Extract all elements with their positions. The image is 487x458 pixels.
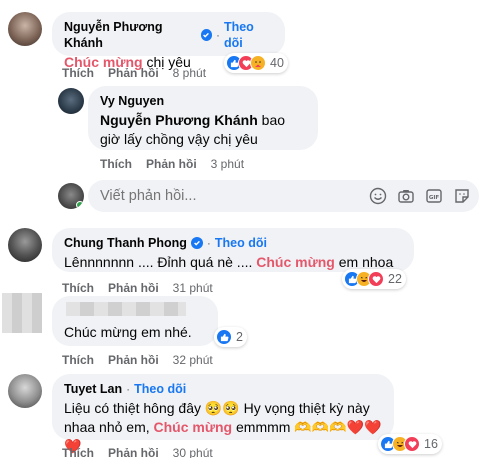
- separator-dot: ·: [206, 236, 211, 250]
- reply-input[interactable]: [100, 188, 300, 204]
- comment-actions: Thích Phản hồi 32 phút: [62, 353, 213, 367]
- comment-text: Nguyễn Phương Khánh bao giờ lấy chồng vậ…: [100, 111, 306, 149]
- reaction-count: 16: [424, 437, 438, 451]
- reaction-summary[interactable]: 2: [214, 327, 247, 347]
- avatar[interactable]: [2, 293, 42, 333]
- love-reaction-icon: [404, 436, 420, 452]
- reaction-summary[interactable]: 16: [378, 434, 442, 454]
- reaction-count: 40: [270, 56, 284, 70]
- like-button[interactable]: Thích: [62, 281, 94, 295]
- reply-tools: GIF: [369, 187, 471, 205]
- timestamp[interactable]: 32 phút: [173, 353, 213, 367]
- reaction-summary[interactable]: 22: [342, 269, 406, 289]
- camera-icon[interactable]: [397, 187, 415, 205]
- highlight-text: Chúc mừng: [153, 419, 233, 435]
- comment-text-start: Lênnnnnnn .... Đỉnh quá nè ....: [64, 254, 257, 270]
- comment-bubble: Chung Thanh Phong · Theo dõi Lênnnnnnn .…: [52, 228, 414, 272]
- reply-button[interactable]: Phản hồi: [108, 281, 159, 295]
- comment-bubble: Nguyễn Phương Khánh · Theo dõi Chúc mừng…: [52, 12, 285, 70]
- emoji-icon[interactable]: [369, 187, 387, 205]
- online-status-icon: [76, 201, 84, 209]
- sticker-icon[interactable]: [453, 187, 471, 205]
- comment-author[interactable]: Nguyễn Phương Khánh: [64, 19, 197, 51]
- like-button[interactable]: Thích: [62, 446, 94, 458]
- like-button[interactable]: Thích: [100, 157, 132, 171]
- comment-author[interactable]: Tuyet Lan: [64, 381, 122, 397]
- verified-icon: [200, 29, 212, 41]
- highlight-text: Chúc mừng: [256, 254, 335, 270]
- mention-link[interactable]: Nguyễn Phương Khánh: [100, 112, 258, 128]
- comment-text: Chúc mừng em nhé.: [64, 324, 192, 340]
- avatar[interactable]: [8, 228, 42, 262]
- avatar[interactable]: [58, 88, 84, 114]
- user-avatar[interactable]: [58, 183, 84, 209]
- separator-dot: ·: [126, 382, 131, 396]
- reply-button[interactable]: Phản hồi: [146, 157, 197, 171]
- avatar[interactable]: [8, 12, 42, 46]
- comment-text-rest: em nhoa: [334, 254, 394, 270]
- gif-icon[interactable]: GIF: [425, 187, 443, 205]
- follow-button[interactable]: Theo dõi: [134, 381, 186, 397]
- separator-dot: ·: [215, 28, 220, 42]
- avatar[interactable]: [8, 374, 42, 408]
- timestamp[interactable]: 31 phút: [173, 281, 213, 295]
- timestamp[interactable]: 8 phút: [173, 66, 206, 80]
- comment-actions: Thích Phản hồi 3 phút: [100, 157, 244, 171]
- like-button[interactable]: Thích: [62, 66, 94, 80]
- comment-actions: Thích Phản hồi 31 phút: [62, 281, 213, 295]
- comment-author[interactable]: Vy Nguyen: [100, 93, 164, 109]
- love-reaction-icon: [368, 271, 384, 287]
- timestamp[interactable]: 30 phút: [173, 446, 213, 458]
- comment-actions: Thích Phản hồi 8 phút: [62, 66, 206, 80]
- care-reaction-icon: [250, 55, 266, 71]
- like-reaction-icon: [216, 329, 232, 345]
- reply-button[interactable]: Phản hồi: [108, 66, 159, 80]
- reply-box[interactable]: GIF: [88, 180, 479, 212]
- like-button[interactable]: Thích: [62, 353, 94, 367]
- verified-icon: [190, 237, 203, 249]
- comment-author[interactable]: Chung Thanh Phong: [64, 235, 187, 251]
- follow-button[interactable]: Theo dõi: [215, 235, 267, 251]
- reply-button[interactable]: Phản hồi: [108, 446, 159, 458]
- comment-bubble: Tuyet Lan · Theo dõi Liệu có thiệt hông …: [52, 374, 394, 454]
- comment-bubble: Vy Nguyen Nguyễn Phương Khánh bao giờ lấ…: [88, 86, 318, 150]
- reaction-summary[interactable]: 40: [224, 53, 288, 73]
- follow-button[interactable]: Theo dõi: [224, 19, 273, 51]
- reply-button[interactable]: Phản hồi: [108, 353, 159, 367]
- reaction-count: 22: [388, 272, 402, 286]
- reaction-count: 2: [236, 330, 243, 344]
- svg-text:GIF: GIF: [429, 195, 440, 201]
- comment-actions: Thích Phản hồi 30 phút: [62, 446, 213, 458]
- censored-author: [66, 302, 186, 316]
- comment-bubble: Chúc mừng em nhé.: [52, 296, 218, 346]
- timestamp[interactable]: 3 phút: [211, 157, 244, 171]
